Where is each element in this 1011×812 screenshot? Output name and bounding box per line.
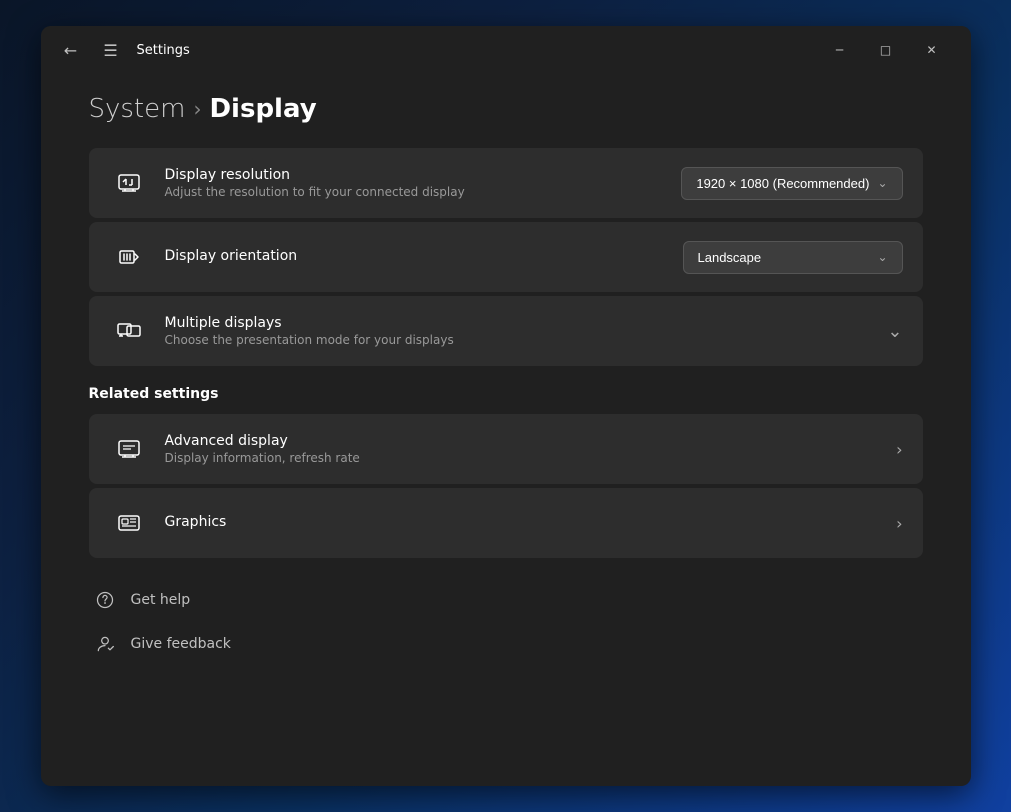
breadcrumb-current: Display (209, 94, 316, 124)
main-content: System › Display (41, 74, 971, 786)
window-controls: ─ □ ✕ (817, 34, 955, 66)
display-orientation-card: Display orientation Landscape ⌄ (89, 222, 923, 292)
breadcrumb-separator: › (193, 97, 201, 121)
graphics-control: › (896, 514, 902, 533)
multiple-displays-icon (109, 311, 149, 351)
graphics-text: Graphics (165, 514, 897, 532)
multiple-displays-title: Multiple displays (165, 315, 888, 331)
content-area: System › Display (41, 74, 971, 786)
close-button[interactable]: ✕ (909, 34, 955, 66)
display-resolution-control: 1920 × 1080 (Recommended) ⌄ (681, 167, 902, 200)
breadcrumb-system[interactable]: System (89, 94, 186, 124)
expand-icon[interactable]: ⌄ (887, 321, 902, 342)
display-resolution-item[interactable]: Display resolution Adjust the resolution… (89, 148, 923, 218)
back-button[interactable]: ← (57, 36, 85, 64)
display-resolution-title: Display resolution (165, 167, 682, 183)
get-help-label: Get help (131, 592, 191, 608)
nav-arrow-icon: › (896, 440, 902, 459)
display-orientation-text: Display orientation (165, 248, 683, 266)
multiple-displays-control: ⌄ (887, 321, 902, 342)
give-feedback-link[interactable]: Give feedback (89, 622, 923, 666)
chevron-down-icon: ⌄ (877, 250, 887, 264)
display-orientation-item[interactable]: Display orientation Landscape ⌄ (89, 222, 923, 292)
multiple-displays-card: Multiple displays Choose the presentatio… (89, 296, 923, 366)
resolution-icon (109, 163, 149, 203)
advanced-display-card: Advanced display Display information, re… (89, 414, 923, 484)
maximize-button[interactable]: □ (863, 34, 909, 66)
display-resolution-dropdown[interactable]: 1920 × 1080 (Recommended) ⌄ (681, 167, 902, 200)
display-resolution-value: 1920 × 1080 (Recommended) (696, 176, 869, 191)
give-feedback-label: Give feedback (131, 636, 231, 652)
advanced-display-title: Advanced display (165, 433, 897, 449)
display-orientation-value: Landscape (698, 250, 762, 265)
get-help-link[interactable]: Get help (89, 578, 923, 622)
graphics-title: Graphics (165, 514, 897, 530)
chevron-down-icon: ⌄ (877, 176, 887, 190)
nav-arrow-icon: › (896, 514, 902, 533)
title-bar-left: ← ☰ Settings (57, 36, 817, 64)
feedback-icon (93, 632, 117, 656)
multiple-displays-text: Multiple displays Choose the presentatio… (165, 315, 888, 347)
minimize-button[interactable]: ─ (817, 34, 863, 66)
footer-links: Get help Give feedback (89, 578, 923, 676)
graphics-item[interactable]: Graphics › (89, 488, 923, 558)
settings-window: ← ☰ Settings ─ □ ✕ System › Display (41, 26, 971, 786)
advanced-display-icon (109, 429, 149, 469)
multiple-displays-item[interactable]: Multiple displays Choose the presentatio… (89, 296, 923, 366)
help-icon (93, 588, 117, 612)
related-settings-label: Related settings (89, 386, 923, 402)
advanced-display-subtitle: Display information, refresh rate (165, 451, 897, 465)
display-resolution-subtitle: Adjust the resolution to fit your connec… (165, 185, 682, 199)
hamburger-menu-button[interactable]: ☰ (97, 36, 125, 64)
breadcrumb: System › Display (89, 74, 923, 124)
display-orientation-control: Landscape ⌄ (683, 241, 903, 274)
display-orientation-title: Display orientation (165, 248, 683, 264)
display-resolution-card: Display resolution Adjust the resolution… (89, 148, 923, 218)
graphics-card: Graphics › (89, 488, 923, 558)
graphics-icon (109, 503, 149, 543)
title-bar: ← ☰ Settings ─ □ ✕ (41, 26, 971, 74)
advanced-display-control: › (896, 440, 902, 459)
multiple-displays-subtitle: Choose the presentation mode for your di… (165, 333, 888, 347)
window-title: Settings (137, 43, 190, 58)
display-orientation-dropdown[interactable]: Landscape ⌄ (683, 241, 903, 274)
advanced-display-item[interactable]: Advanced display Display information, re… (89, 414, 923, 484)
advanced-display-text: Advanced display Display information, re… (165, 433, 897, 465)
display-resolution-text: Display resolution Adjust the resolution… (165, 167, 682, 199)
orientation-icon (109, 237, 149, 277)
